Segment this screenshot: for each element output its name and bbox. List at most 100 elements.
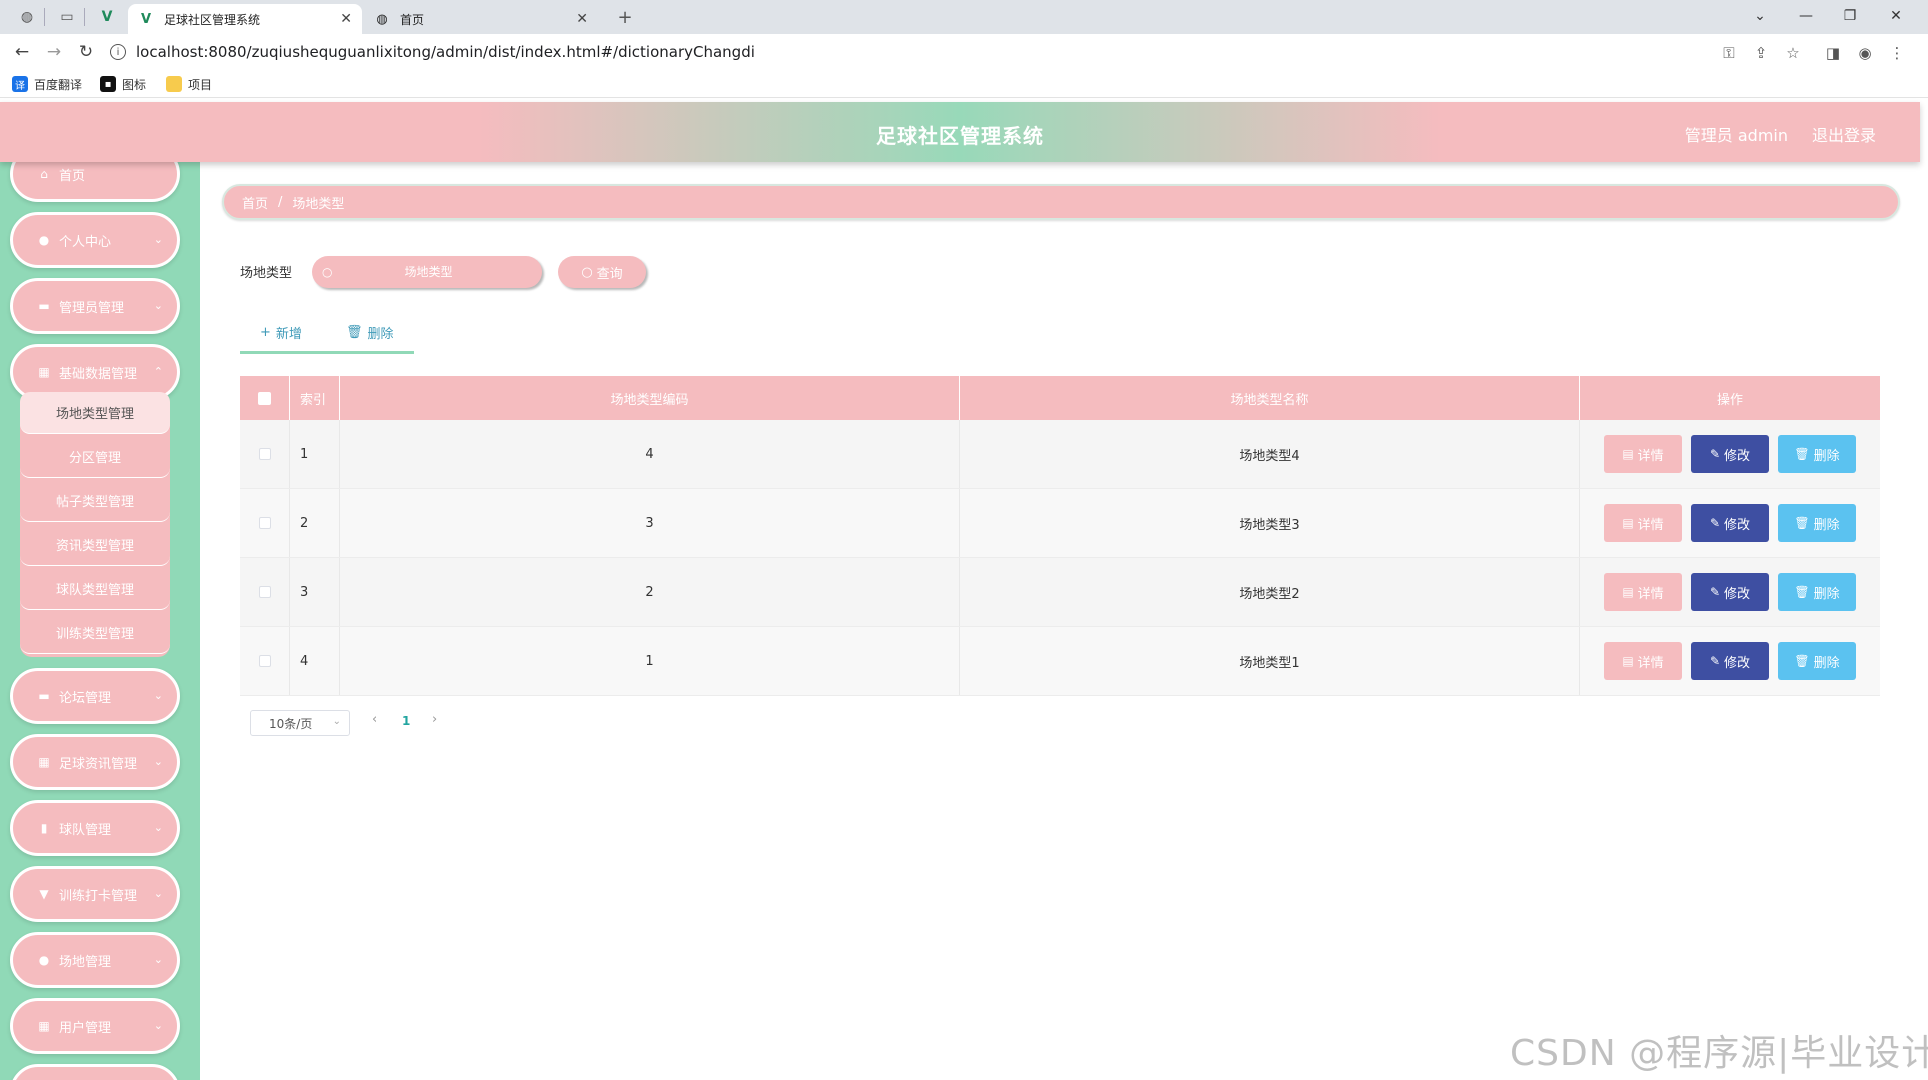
row-checkbox[interactable] (258, 655, 271, 667)
share-icon[interactable]: ⇪ (1750, 42, 1772, 64)
prev-page-button[interactable]: ‹ (372, 712, 377, 727)
delete-button[interactable]: 🗑︎ 删除 (1778, 435, 1856, 473)
basic-data-submenu: 场地类型管理 分区管理 帖子类型管理 资讯类型管理 球队类型管理 训练类型管理 (20, 392, 170, 657)
logout-link[interactable]: 退出登录 (1812, 122, 1876, 146)
bookmark-translate[interactable]: 译 百度翻译 (12, 75, 82, 93)
row-checkbox[interactable] (258, 586, 271, 598)
row-checkbox[interactable] (258, 517, 271, 529)
vue-icon[interactable]: V (96, 6, 118, 28)
new-tab-button[interactable]: + (614, 6, 636, 28)
sidebar-item-label: 基础数据管理 (59, 366, 138, 382)
key-icon[interactable]: ⚿ (1718, 42, 1740, 64)
window-close-button[interactable]: ✕ (1876, 4, 1916, 28)
page-size-value: 10条/页 (269, 716, 313, 731)
add-button[interactable]: + 新增 (260, 320, 302, 344)
detail-button[interactable]: ▤ 详情 (1604, 642, 1682, 680)
forward-icon[interactable]: → (42, 40, 66, 64)
submenu-team-type[interactable]: 球队类型管理 (20, 568, 170, 610)
next-page-button[interactable]: › (432, 712, 437, 727)
info-icon[interactable]: i (110, 44, 126, 60)
detail-button[interactable]: ▤ 详情 (1604, 435, 1682, 473)
submenu-news-type[interactable]: 资讯类型管理 (20, 524, 170, 566)
delete-button[interactable]: 🗑︎ 删除 (1778, 504, 1856, 542)
cell-code: 1 (340, 627, 960, 695)
pencil-icon: ✎ (1709, 447, 1721, 461)
submenu-training-type[interactable]: 训练类型管理 (20, 612, 170, 654)
query-button[interactable]: ○ 查询 (558, 256, 646, 288)
edit-button[interactable]: ✎ 修改 (1691, 435, 1769, 473)
page-icon[interactable]: ▭ (56, 6, 78, 28)
sidebar-item-venue[interactable]: ● 场地管理 ⌄ (10, 932, 180, 988)
profile-icon[interactable]: ◉ (1854, 42, 1876, 64)
trash-icon: 🗑︎ (1794, 654, 1810, 668)
delete-button[interactable]: 🗑︎ 删除 (1778, 642, 1856, 680)
cell-index: 1 (290, 420, 340, 488)
chevron-down-icon[interactable]: ⌄ (1740, 4, 1780, 28)
trash-icon: 🗑︎ (1794, 516, 1810, 530)
reload-icon[interactable]: ↻ (74, 40, 98, 64)
sidepanel-icon[interactable]: ◨ (1822, 42, 1844, 64)
batch-delete-button[interactable]: 🗑︎ 删除 (346, 320, 394, 344)
col-ops: 操作 (1716, 392, 1743, 408)
chevron-down-icon: ⌄ (153, 887, 163, 900)
star-icon[interactable]: ☆ (1782, 42, 1804, 64)
chevron-down-icon: ⌄ (332, 716, 341, 727)
tab-home[interactable]: ◍ 首页 ✕ (364, 4, 598, 34)
col-code: 场地类型编码 (340, 376, 960, 420)
search-box: ○ (312, 256, 542, 288)
cell-code: 3 (340, 489, 960, 557)
sidebar-item-home[interactable]: ⌂ 首页 (10, 162, 180, 202)
sidebar-item-team[interactable]: ▮ 球队管理 ⌄ (10, 800, 180, 856)
chevron-down-icon: ⌄ (153, 755, 163, 768)
trash-icon: 🗑︎ (1794, 447, 1810, 461)
delete-button[interactable]: 🗑︎ 删除 (1778, 573, 1856, 611)
detail-button[interactable]: ▤ 详情 (1604, 573, 1682, 611)
menu-icon[interactable]: ⋮ (1886, 42, 1908, 64)
trophy-icon: ▼ (39, 887, 49, 901)
cell-code: 2 (340, 558, 960, 626)
vue-icon: V (140, 11, 152, 27)
document-icon: ▤ (1622, 585, 1634, 599)
bookmark-icons[interactable]: ▪ 图标 (100, 75, 146, 93)
close-icon[interactable]: ✕ (340, 11, 352, 27)
document-icon: ▤ (1622, 654, 1634, 668)
sidebar-item-users[interactable]: ▦ 用户管理 ⌄ (10, 998, 180, 1054)
submenu-post-type[interactable]: 帖子类型管理 (20, 480, 170, 522)
cell-name: 场地类型3 (960, 489, 1580, 557)
select-all-checkbox[interactable] (258, 391, 271, 405)
sidebar-item-news[interactable]: ▦ 足球资讯管理 ⌄ (10, 734, 180, 790)
submenu-venue-type[interactable]: 场地类型管理 (20, 392, 170, 434)
edit-button[interactable]: ✎ 修改 (1691, 573, 1769, 611)
cell-ops: ▤ 详情 ✎ 修改 🗑︎ 删除 (1580, 558, 1880, 626)
detail-label: 详情 (1637, 586, 1664, 602)
sidebar-item-forum[interactable]: ▬ 论坛管理 ⌄ (10, 668, 180, 724)
url-field[interactable]: i localhost:8080/zuqiushequguanlixitong/… (110, 40, 1810, 64)
row-checkbox[interactable] (258, 448, 271, 460)
minimize-button[interactable]: — (1786, 4, 1826, 28)
sidebar-item-admin[interactable]: ▬ 管理员管理 ⌄ (10, 278, 180, 334)
close-icon[interactable]: ✕ (576, 11, 588, 27)
sidebar-item-more[interactable] (10, 1064, 180, 1080)
submenu-zone[interactable]: 分区管理 (20, 436, 170, 478)
edit-button[interactable]: ✎ 修改 (1691, 504, 1769, 542)
sidebar-item-label: 球队管理 (59, 822, 112, 838)
back-icon[interactable]: ← (10, 40, 34, 64)
sidebar-item-personal[interactable]: ● 个人中心 ⌄ (10, 212, 180, 268)
url-text: localhost:8080/zuqiushequguanlixitong/ad… (136, 43, 755, 61)
sidebar-item-training[interactable]: ▼ 训练打卡管理 ⌄ (10, 866, 180, 922)
search-icon: ○ (322, 265, 333, 279)
search-input[interactable] (338, 265, 519, 279)
restore-button[interactable]: ❐ (1830, 4, 1870, 28)
search-label: 场地类型 (240, 266, 293, 281)
pencil-icon: ✎ (1709, 516, 1721, 530)
bookmark-project[interactable]: 项目 (166, 75, 212, 93)
detail-button[interactable]: ▤ 详情 (1604, 504, 1682, 542)
tab-admin[interactable]: V 足球社区管理系统 ✕ (128, 4, 362, 34)
chevron-down-icon: ⌄ (153, 689, 163, 702)
page-size-select[interactable]: 10条/页 ⌄ (250, 710, 350, 736)
sidebar-item-label: 足球资讯管理 (59, 756, 138, 772)
globe-icon[interactable]: ◍ (16, 6, 38, 28)
page-number[interactable]: 1 (402, 714, 410, 728)
edit-button[interactable]: ✎ 修改 (1691, 642, 1769, 680)
breadcrumb-home[interactable]: 首页 (242, 193, 268, 212)
